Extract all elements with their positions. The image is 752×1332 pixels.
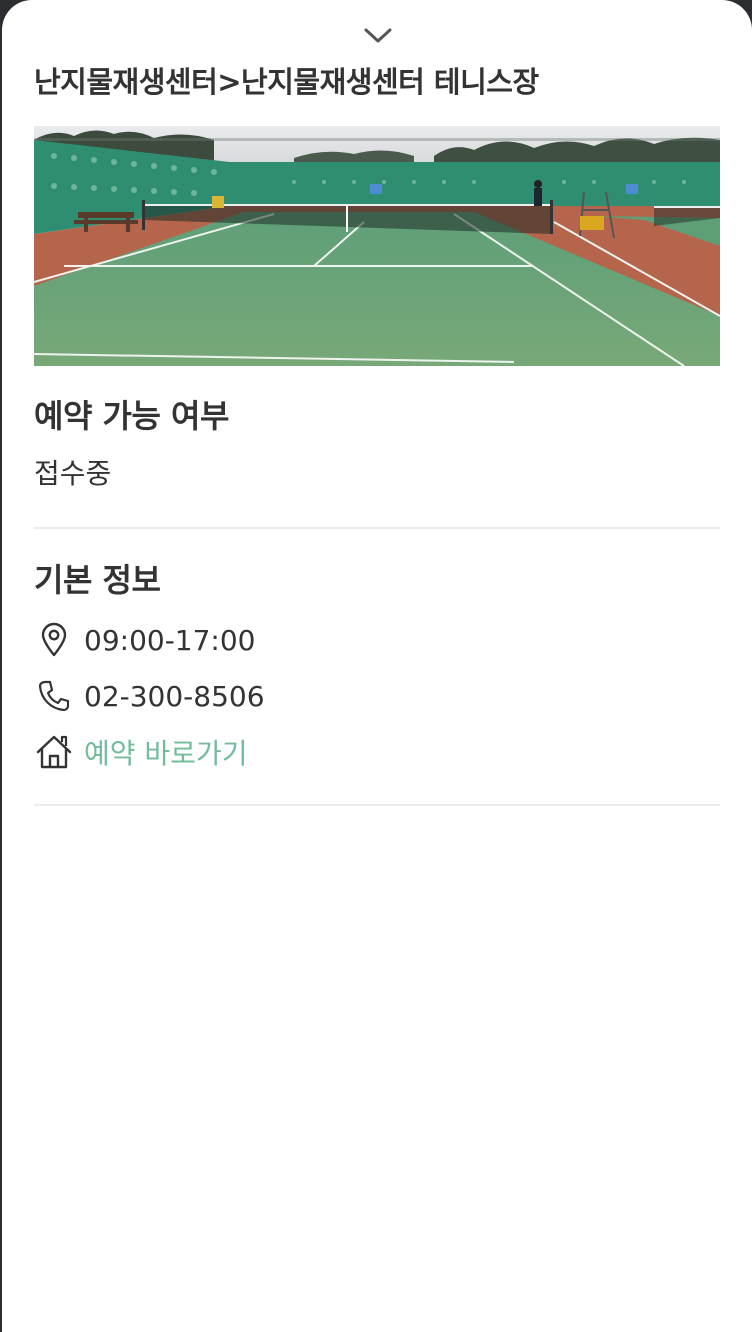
location-pin-icon xyxy=(34,620,74,660)
phone-row[interactable]: 02-300-8506 xyxy=(34,676,265,716)
phone-icon xyxy=(34,676,74,716)
facility-photo xyxy=(34,126,720,366)
divider xyxy=(34,804,720,806)
bottom-sheet: 난지물재생센터>난지물재생센터 테니스장 예약 가능 여부 접수중 기본 정보 … xyxy=(2,0,752,1332)
reservation-link[interactable]: 예약 바로가기 xyxy=(84,732,247,772)
phone-text[interactable]: 02-300-8506 xyxy=(84,680,265,713)
divider xyxy=(34,527,720,529)
home-icon xyxy=(34,732,74,772)
facility-title: 난지물재생센터>난지물재생센터 테니스장 xyxy=(34,65,539,99)
collapse-sheet-button[interactable] xyxy=(362,24,394,48)
hours-text: 09:00-17:00 xyxy=(84,623,256,657)
reservation-row[interactable]: 예약 바로가기 xyxy=(34,732,247,772)
chevron-down-icon xyxy=(364,28,392,43)
availability-title: 예약 가능 여부 xyxy=(34,397,229,435)
availability-status: 접수중 xyxy=(34,457,112,490)
basic-info-title: 기본 정보 xyxy=(34,561,161,599)
hours-row: 09:00-17:00 xyxy=(34,620,256,660)
